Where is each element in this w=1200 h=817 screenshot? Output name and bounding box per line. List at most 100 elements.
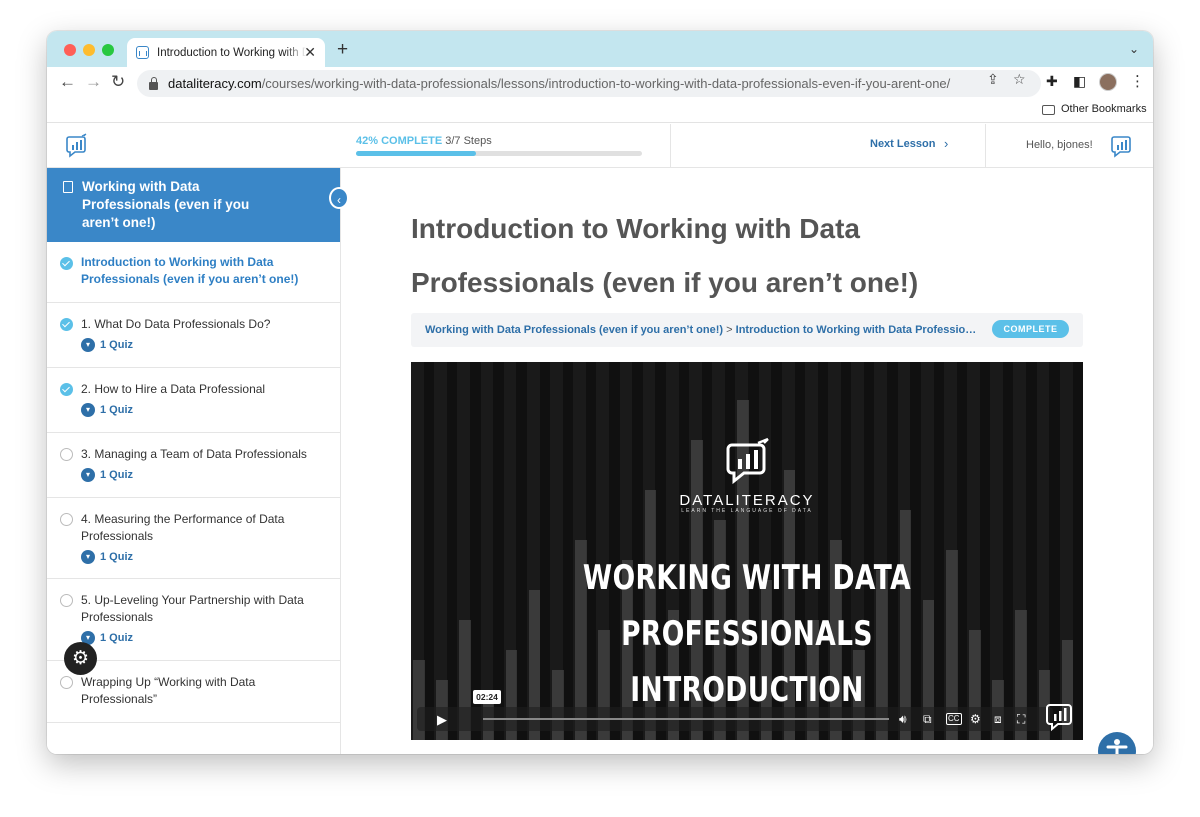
video-timestamp: 02:24 xyxy=(473,690,501,704)
folder-icon xyxy=(1042,105,1055,115)
tab-strip: Introduction to Working with Data Profes… xyxy=(47,31,1153,67)
header-divider xyxy=(670,124,671,168)
lesson-title: 3. Managing a Team of Data Professionals xyxy=(81,447,307,461)
play-icon[interactable]: ▶ xyxy=(422,710,462,730)
lesson-title: 2. How to Hire a Data Professional xyxy=(81,382,266,396)
video-brand-tagline: LEARN THE LANGUAGE OF DATA xyxy=(681,508,813,514)
site-header: 42% COMPLETE 3/7 Steps Next Lesson › Hel… xyxy=(47,124,1153,168)
sidebar-lesson-4[interactable]: 4. Measuring the Performance of Data Pro… xyxy=(47,498,340,579)
bookmark-star-icon[interactable]: ☆ xyxy=(1013,71,1026,88)
vimeo-logo-icon[interactable] xyxy=(1045,700,1075,734)
completed-check-icon xyxy=(60,318,73,331)
chevron-down-icon: ▾ xyxy=(81,338,95,352)
browser-menu-icon[interactable]: ⋮ xyxy=(1130,72,1145,90)
progress-label: 42% COMPLETE 3/7 Steps xyxy=(356,135,492,147)
incomplete-circle-icon xyxy=(60,448,73,461)
quiz-toggle[interactable]: ▾ 1 Quiz xyxy=(81,338,133,352)
status-badge: COMPLETE xyxy=(992,320,1069,338)
completed-check-icon xyxy=(60,383,73,396)
collapse-sidebar-chevron-left-icon[interactable]: ‹ xyxy=(329,187,349,209)
incomplete-circle-icon xyxy=(60,594,73,607)
fullscreen-icon[interactable]: ⛶ xyxy=(1017,712,1025,726)
reload-icon[interactable]: ↻ xyxy=(111,72,125,92)
tab-search-chevron-icon[interactable]: ⌄ xyxy=(1129,42,1139,56)
minimize-window-button[interactable] xyxy=(83,44,95,56)
profile-avatar[interactable] xyxy=(1099,73,1117,91)
quiz-toggle[interactable]: ▾ 1 Quiz xyxy=(81,631,133,645)
video-player[interactable]: DATALITERACY LEARN THE LANGUAGE OF DATA … xyxy=(411,362,1083,740)
video-title-text: WORKING WITH DATA PROFESSIONALS INTRODUC… xyxy=(582,558,912,710)
site-favicon-icon xyxy=(136,46,149,59)
web-page: 42% COMPLETE 3/7 Steps Next Lesson › Hel… xyxy=(47,124,1153,754)
user-greeting: Hello, bjones! xyxy=(1026,139,1093,151)
course-title-header[interactable]: Working with Data Professionals (even if… xyxy=(47,168,340,242)
settings-gear-icon[interactable]: ⚙ xyxy=(64,642,97,675)
dataliteracy-logo-icon xyxy=(726,437,769,485)
browser-window: Introduction to Working with Data Profes… xyxy=(47,31,1153,754)
page-title: Introduction to Working with Data Profes… xyxy=(411,213,919,298)
course-title: Working with Data Professionals (even if… xyxy=(82,179,250,230)
breadcrumb-course-link[interactable]: Working with Data Professionals (even if… xyxy=(425,324,723,336)
incomplete-circle-icon xyxy=(60,513,73,526)
lock-icon[interactable] xyxy=(149,76,158,90)
quiz-toggle[interactable]: ▾ 1 Quiz xyxy=(81,550,133,564)
video-background-stripe xyxy=(446,362,458,740)
lesson-title: Wrapping Up “Working with Data Professio… xyxy=(81,675,256,706)
quiz-toggle[interactable]: ▾ 1 Quiz xyxy=(81,403,133,417)
dataliteracy-logo-icon[interactable] xyxy=(65,133,89,159)
lesson-title: 5. Up-Leveling Your Partnership with Dat… xyxy=(81,593,304,624)
chevron-right-icon[interactable]: › xyxy=(944,136,948,151)
lesson-title: 1. What Do Data Professionals Do? xyxy=(81,317,271,331)
browser-tab[interactable]: Introduction to Working with Data Profes… xyxy=(127,38,325,67)
sidebar-lesson-2[interactable]: 2. How to Hire a Data Professional ▾ 1 Qu… xyxy=(47,368,340,433)
bookmarks-bar: Other Bookmarks xyxy=(47,99,1153,123)
closed-captions-icon[interactable]: CC xyxy=(946,713,962,725)
browser-toolbar: ← → ↻ dataliteracy.com/courses/working-w… xyxy=(47,67,1153,99)
cast-icon[interactable]: ⧉ xyxy=(923,712,932,726)
chevron-down-icon: ▾ xyxy=(81,403,95,417)
forward-icon[interactable]: → xyxy=(85,72,102,92)
chevron-down-icon: ▾ xyxy=(81,468,95,482)
video-background-stripe xyxy=(1072,362,1083,740)
close-window-button[interactable] xyxy=(64,44,76,56)
next-lesson-link[interactable]: Next Lesson xyxy=(870,138,935,150)
extensions-puzzle-icon[interactable]: ✚ xyxy=(1046,73,1058,90)
header-divider xyxy=(985,124,986,168)
progress-bar xyxy=(356,151,642,156)
sidebar-lesson-1[interactable]: 1. What Do Data Professionals Do? ▾ 1 Qui… xyxy=(47,303,340,368)
address-bar[interactable]: dataliteracy.com/courses/working-with-da… xyxy=(137,70,1041,97)
breadcrumb: Working with Data Professionals (even if… xyxy=(411,313,1083,347)
completed-check-icon xyxy=(60,257,73,270)
share-icon[interactable]: ⇪ xyxy=(987,71,999,88)
video-background-stripe xyxy=(1049,362,1060,740)
video-background-stripe xyxy=(470,362,481,740)
incomplete-circle-icon xyxy=(60,676,73,689)
video-background-stripe xyxy=(423,362,435,740)
user-avatar-logo-icon[interactable] xyxy=(1110,133,1134,159)
breadcrumb-lesson-link[interactable]: Introduction to Working with Data Profes… xyxy=(736,324,981,336)
picture-in-picture-icon[interactable]: ⧈ xyxy=(994,712,1002,726)
new-tab-button[interactable]: + xyxy=(337,40,348,60)
sidebar-lesson-intro[interactable]: Introduction to Working with Data Profes… xyxy=(47,242,340,303)
quiz-toggle[interactable]: ▾ 1 Quiz xyxy=(81,468,133,482)
maximize-window-button[interactable] xyxy=(102,44,114,56)
tab-title: Introduction to Working with Data Profes… xyxy=(157,46,307,59)
close-tab-icon[interactable]: ✕ xyxy=(304,44,316,60)
bookmark-folder-other[interactable]: Other Bookmarks xyxy=(1061,103,1147,115)
video-brand-name: DATALITERACY xyxy=(679,492,815,509)
document-icon xyxy=(63,181,73,193)
breadcrumb-text: Working with Data Professionals (even if… xyxy=(425,324,981,336)
lesson-title: Introduction to Working with Data Profes… xyxy=(81,255,299,286)
settings-gear-icon[interactable]: ⚙ xyxy=(970,712,981,726)
sidebar-lesson-3[interactable]: 3. Managing a Team of Data Professionals… xyxy=(47,433,340,498)
url-text: dataliteracy.com/courses/working-with-da… xyxy=(168,76,951,91)
chevron-down-icon: ▾ xyxy=(81,550,95,564)
back-icon[interactable]: ← xyxy=(59,72,76,92)
accessibility-icon[interactable] xyxy=(1098,732,1136,754)
video-controls: ▶ 02:24 🔊︎ ⧉ CC ⚙ ⧈ ⛶ xyxy=(417,690,1053,731)
video-scrubber[interactable] xyxy=(483,718,889,720)
side-panel-icon[interactable]: ◧ xyxy=(1073,73,1086,90)
volume-icon[interactable]: 🔊︎ xyxy=(899,712,907,726)
progress-bar-fill xyxy=(356,151,477,156)
video-background-stripe xyxy=(1026,362,1037,740)
